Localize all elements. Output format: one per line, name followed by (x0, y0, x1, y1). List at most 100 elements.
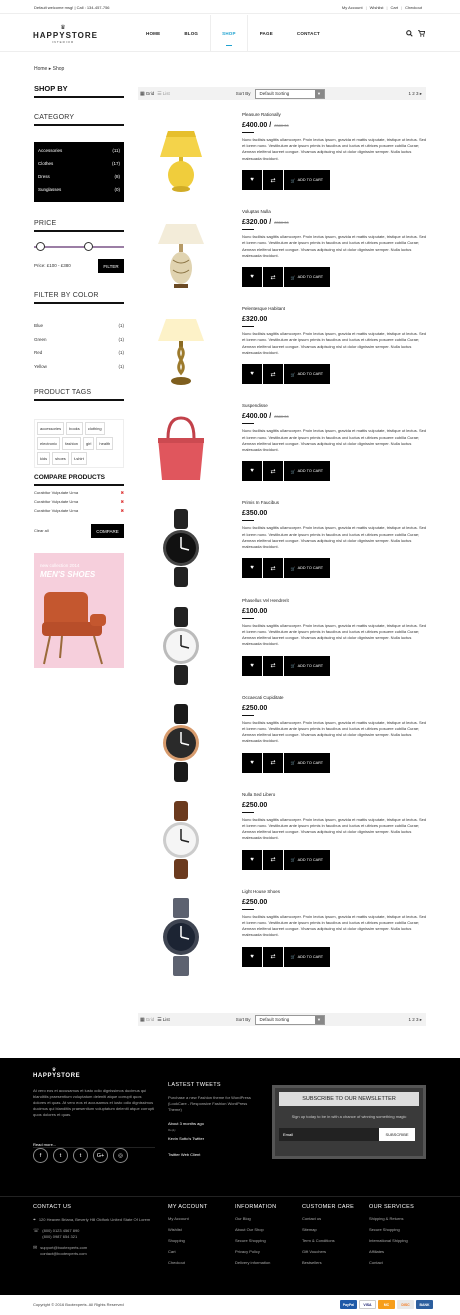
tag[interactable]: girl (83, 437, 95, 450)
add-to-cart-button[interactable]: 🛒 ADD TO CART (284, 170, 330, 190)
category-item[interactable]: Accessories (11) (34, 144, 124, 157)
footer-link[interactable]: About Our Shop (235, 1227, 276, 1238)
breadcrumb-home[interactable]: Home (34, 66, 47, 72)
compare-shuffle-icon[interactable]: ⇄ (263, 364, 283, 385)
remove-icon[interactable]: ✖ (121, 499, 124, 504)
footer-link[interactable]: Sitemap (302, 1227, 354, 1238)
tweet-time[interactable]: About 3 months ago (168, 1121, 204, 1126)
tweet-author[interactable]: Kevin Sotto's Twitter (168, 1136, 204, 1141)
footer-link[interactable]: Privacy Policy (235, 1249, 276, 1260)
nav-contact[interactable]: CONTACT (285, 15, 332, 52)
product-image[interactable] (138, 700, 224, 786)
footer-link[interactable]: Gift Vouchers (302, 1249, 354, 1260)
footer-link[interactable]: Affiliates (369, 1249, 414, 1260)
tumblr-icon[interactable]: t (73, 1148, 88, 1163)
clear-all-link[interactable]: Clear all (34, 528, 49, 533)
wishlist-heart-icon[interactable]: ♥ (242, 364, 262, 385)
add-to-cart-button[interactable]: 🛒 ADD TO CART (284, 752, 330, 773)
tag[interactable]: electronic (37, 437, 61, 450)
compare-shuffle-icon[interactable]: ⇄ (263, 461, 283, 482)
product-image[interactable] (138, 894, 224, 980)
remove-icon[interactable]: ✖ (121, 490, 124, 495)
add-to-cart-button[interactable]: 🛒 ADD TO CART (284, 364, 330, 385)
footer-link[interactable]: Contact us (302, 1216, 354, 1227)
cart-icon[interactable] (418, 30, 426, 39)
product-name[interactable]: Pelentesque Habitant (242, 306, 285, 311)
footer-link[interactable]: Bestsellers (302, 1260, 354, 1271)
my-account-link[interactable]: My Account (342, 5, 363, 10)
product-name[interactable]: Voluptas Nulla (242, 209, 271, 214)
logo[interactable]: ♛ HAPPYSTORE INTERIOR (33, 25, 97, 44)
footer-logo[interactable]: ♛ HAPPYSTORE (33, 1068, 80, 1080)
email-input[interactable]: Email (279, 1128, 379, 1141)
product-image[interactable] (138, 214, 224, 300)
google-plus-icon[interactable]: G+ (93, 1148, 108, 1163)
email-link[interactable]: contact@bootexperts.com (40, 1251, 87, 1257)
footer-link[interactable]: Secure Shopping (369, 1227, 414, 1238)
compare-shuffle-icon[interactable]: ⇄ (263, 558, 283, 579)
dribbble-icon[interactable]: ◎ (113, 1148, 128, 1163)
grid-icon[interactable]: ▦ (140, 1017, 145, 1023)
product-image[interactable] (138, 603, 224, 689)
sort-select[interactable]: Default Sorting ▼ (254, 1014, 325, 1025)
grid-view-label[interactable]: Grid (146, 1017, 155, 1022)
footer-link[interactable]: Checkout (168, 1260, 208, 1271)
product-image[interactable] (138, 408, 224, 494)
add-to-cart-button[interactable]: 🛒 ADD TO CART (284, 655, 330, 676)
promo-banner[interactable]: new collection 2014 MEN'S SHOES (34, 553, 124, 668)
product-image[interactable] (138, 797, 224, 883)
nav-page[interactable]: PAGE (248, 15, 285, 52)
tweet-reply[interactable]: Reply (168, 1128, 176, 1132)
footer-link[interactable]: International Shipping (369, 1238, 414, 1249)
compare-item-name[interactable]: Curabitur Vulputate Urna (34, 499, 78, 504)
tag[interactable]: t-shirt (70, 452, 87, 465)
checkout-link[interactable]: Checkout (405, 5, 422, 10)
wishlist-heart-icon[interactable]: ♥ (242, 655, 262, 676)
footer-link[interactable]: Delivery information (235, 1260, 276, 1271)
list-view-label[interactable]: List (163, 1017, 170, 1022)
subscribe-button[interactable]: SUBSCRIBE (379, 1128, 415, 1141)
add-to-cart-button[interactable]: 🛒 ADD TO CART (284, 849, 330, 870)
footer-link[interactable]: Contact (369, 1260, 414, 1271)
tag[interactable]: accessories (37, 422, 65, 435)
price-slider-track[interactable] (34, 246, 124, 248)
wishlist-heart-icon[interactable]: ♥ (242, 849, 262, 870)
product-name[interactable]: Occaecati Cupiditate (242, 695, 284, 700)
footer-link[interactable]: Secure Shopping (235, 1238, 276, 1249)
nav-blog[interactable]: BLOG (172, 15, 210, 52)
compare-button[interactable]: COMPARE (91, 524, 124, 538)
footer-link[interactable]: Term & Conditions (302, 1238, 354, 1249)
compare-item-name[interactable]: Curabitur Vulputate Urna (34, 508, 78, 513)
add-to-cart-button[interactable]: 🛒 ADD TO CART (284, 558, 330, 579)
filter-button[interactable]: FILTER (98, 259, 124, 273)
pagination[interactable]: 1 2 3 ▸ (408, 91, 422, 97)
tag[interactable]: fashion (62, 437, 82, 450)
list-icon[interactable]: ☰ (157, 1017, 161, 1023)
grid-view-label[interactable]: Grid (146, 91, 155, 96)
price-slider-handle-min[interactable] (36, 242, 45, 251)
product-image[interactable] (138, 311, 224, 397)
wishlist-link[interactable]: Wishlist (370, 5, 384, 10)
category-item[interactable]: Sunglasses (0) (34, 183, 124, 196)
wishlist-heart-icon[interactable]: ♥ (242, 752, 262, 773)
tag[interactable]: kids (37, 452, 51, 465)
list-view-label[interactable]: List (163, 91, 170, 96)
add-to-cart-button[interactable]: 🛒 ADD TO CART (284, 267, 330, 288)
footer-link[interactable]: Wishlist (168, 1227, 208, 1238)
tag[interactable]: shoes (52, 452, 69, 465)
wishlist-heart-icon[interactable]: ♥ (242, 946, 262, 967)
footer-link[interactable]: Shipping & Returns (369, 1216, 414, 1227)
product-name[interactable]: Primis In Faucibus (242, 500, 279, 505)
footer-link[interactable]: Shopping (168, 1238, 208, 1249)
product-name[interactable]: Phasellus Vel Hendrerit (242, 598, 289, 603)
wishlist-heart-icon[interactable]: ♥ (242, 170, 262, 190)
tag[interactable]: books (66, 422, 83, 435)
add-to-cart-button[interactable]: 🛒 ADD TO CART (284, 461, 330, 482)
color-item[interactable]: Yellow (1) (34, 360, 124, 374)
product-name[interactable]: Pleasure Rationally (242, 112, 281, 117)
tag[interactable]: health (96, 437, 114, 450)
facebook-icon[interactable]: f (33, 1148, 48, 1163)
compare-shuffle-icon[interactable]: ⇄ (263, 752, 283, 773)
wishlist-heart-icon[interactable]: ♥ (242, 267, 262, 288)
footer-link[interactable]: Cart (168, 1249, 208, 1260)
